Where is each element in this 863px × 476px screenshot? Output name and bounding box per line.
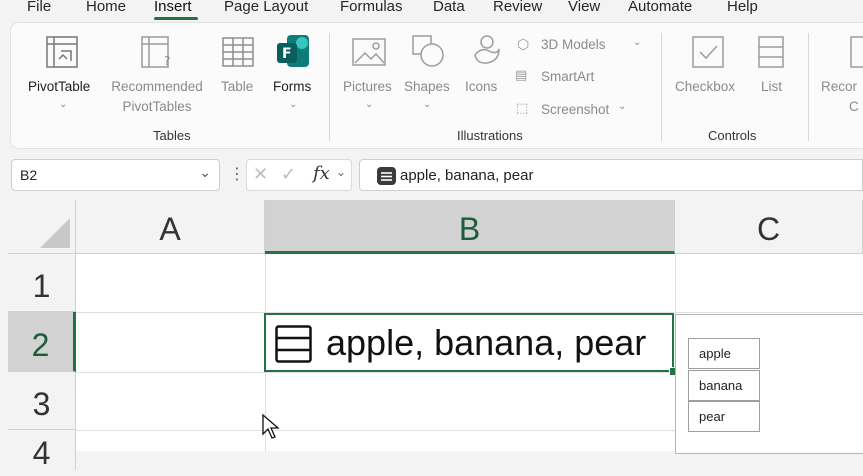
shapes-icon[interactable] [410, 33, 446, 69]
menu-bar: File Home Insert Page Layout Formulas Da… [0, 0, 863, 20]
tab-formulas[interactable]: Formulas [340, 0, 403, 15]
svg-text:?: ? [164, 54, 170, 68]
pictures-button[interactable]: Pictures [343, 77, 392, 96]
mouse-cursor-icon [262, 414, 280, 439]
checkbox-button[interactable]: Checkbox [675, 77, 735, 96]
pivot-table-chevron-icon[interactable]: ⌄ [59, 99, 67, 110]
column-header-c[interactable]: C [675, 200, 863, 254]
tab-data[interactable]: Data [433, 0, 465, 15]
enter-check-icon[interactable]: ✓ [281, 164, 296, 185]
screenshot-chevron-icon[interactable]: ⌄ [618, 101, 626, 112]
icons-icon[interactable] [469, 33, 503, 69]
pictures-chevron-icon[interactable]: ⌄ [365, 99, 373, 110]
list-item: apple [688, 338, 760, 369]
row-header-2[interactable]: 2 [8, 312, 76, 372]
chevron-down-icon[interactable]: ⌄ [199, 164, 211, 181]
recorder-label-1[interactable]: Recor [821, 77, 857, 96]
tab-insert[interactable]: Insert [154, 0, 192, 15]
pivot-table-button[interactable]: PivotTable [28, 77, 90, 96]
tab-home[interactable]: Home [86, 0, 126, 15]
ribbon-separator [661, 33, 662, 141]
group-tables-label: Tables [153, 128, 191, 143]
formula-text: apple, banana, pear [400, 167, 534, 184]
data-type-icon [377, 167, 396, 185]
pivot-table-icon[interactable] [45, 35, 79, 69]
ribbon: PivotTable ⌄ ? Recommended PivotTables T… [11, 23, 863, 148]
svg-text:F: F [282, 46, 292, 62]
tab-file[interactable]: File [27, 0, 51, 15]
icons-button[interactable]: Icons [465, 77, 497, 96]
shapes-chevron-icon[interactable]: ⌄ [423, 99, 431, 110]
list-item: pear [688, 401, 760, 432]
row-header-3[interactable]: 3 [8, 372, 76, 430]
tab-page-layout[interactable]: Page Layout [224, 0, 308, 15]
3d-models-chevron-icon[interactable]: ⌄ [633, 37, 641, 48]
name-box[interactable]: B2 ⌄ [11, 159, 220, 191]
tab-help[interactable]: Help [727, 0, 758, 15]
insert-function-button[interactable]: fx [313, 163, 330, 184]
tab-review[interactable]: Review [493, 0, 542, 15]
more-options-icon[interactable]: ⋮ [229, 164, 245, 184]
smartart-icon[interactable]: ▤ [515, 67, 527, 83]
recommended-label-2[interactable]: PivotTables [105, 97, 209, 116]
table-icon[interactable] [221, 35, 255, 69]
column-header-b[interactable]: B [265, 200, 675, 254]
group-controls-label: Controls [708, 128, 757, 143]
recorder-label-2[interactable]: C [849, 97, 859, 116]
formula-input[interactable]: apple, banana, pear [359, 159, 863, 191]
group-illustrations-label: Illustrations [457, 128, 523, 143]
column-header-a[interactable]: A [76, 200, 265, 254]
ribbon-separator [808, 33, 809, 141]
list-icon[interactable] [757, 35, 785, 69]
tab-view[interactable]: View [568, 0, 600, 15]
3d-models-button[interactable]: 3D Models [541, 35, 606, 54]
cube-3d-icon[interactable]: ⬡ [517, 36, 529, 53]
tab-automate[interactable]: Automate [628, 0, 692, 15]
row-header-4[interactable]: 4 [8, 430, 76, 471]
screenshot-button[interactable]: Screenshot [541, 100, 609, 119]
ribbon-separator [329, 33, 330, 141]
name-box-value: B2 [20, 167, 38, 183]
select-all-corner[interactable] [8, 200, 76, 254]
worksheet-grid[interactable]: A B C 1 2 3 4 apple, banana, pear apple … [8, 200, 863, 471]
forms-icon[interactable]: F [275, 33, 311, 69]
list-button[interactable]: List [761, 77, 782, 96]
forms-button[interactable]: Forms [273, 77, 311, 96]
smartart-button[interactable]: SmartArt [541, 67, 594, 86]
list-item: banana [688, 370, 760, 401]
row-header-1[interactable]: 1 [8, 254, 76, 312]
cancel-icon[interactable]: ✕ [253, 164, 268, 185]
checkbox-icon[interactable] [691, 35, 725, 69]
forms-chevron-icon[interactable]: ⌄ [289, 99, 297, 110]
recommended-pivot-icon[interactable]: ? [140, 35, 174, 69]
formula-buttons: ✕ ✓ fx ⌄ [246, 159, 352, 191]
data-type-card-icon[interactable] [275, 325, 312, 363]
recommended-label-1[interactable]: Recommended [105, 77, 209, 96]
shapes-button[interactable]: Shapes [404, 77, 450, 96]
screenshot-icon[interactable]: ⬚ [516, 100, 528, 116]
fx-chevron-icon[interactable]: ⌄ [336, 165, 346, 179]
recorder-icon[interactable] [849, 35, 863, 69]
table-button[interactable]: Table [221, 77, 253, 96]
active-tab-indicator [154, 17, 198, 20]
cell-b2-value: apple, banana, pear [326, 322, 647, 363]
pictures-icon[interactable] [351, 37, 387, 67]
data-type-card-popup: apple banana pear [675, 314, 863, 454]
